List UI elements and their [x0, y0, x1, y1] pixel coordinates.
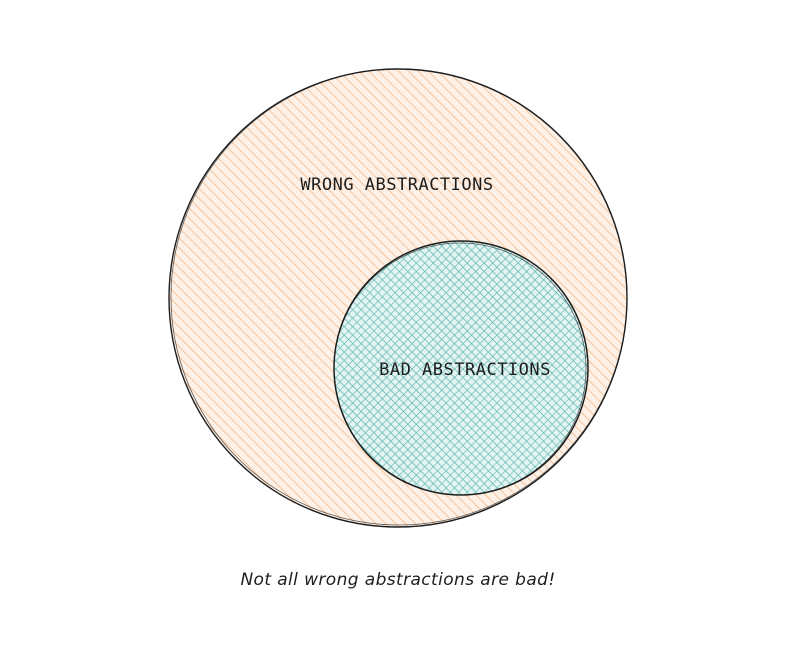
outer-set-label: WRONG ABSTRACTIONS	[300, 175, 493, 195]
inner-set-label: BAD ABSTRACTIONS	[379, 360, 551, 380]
venn-diagram: WRONG ABSTRACTIONS BAD ABSTRACTIONS Not …	[168, 68, 628, 590]
diagram-caption: Not all wrong abstractions are bad!	[240, 570, 555, 590]
